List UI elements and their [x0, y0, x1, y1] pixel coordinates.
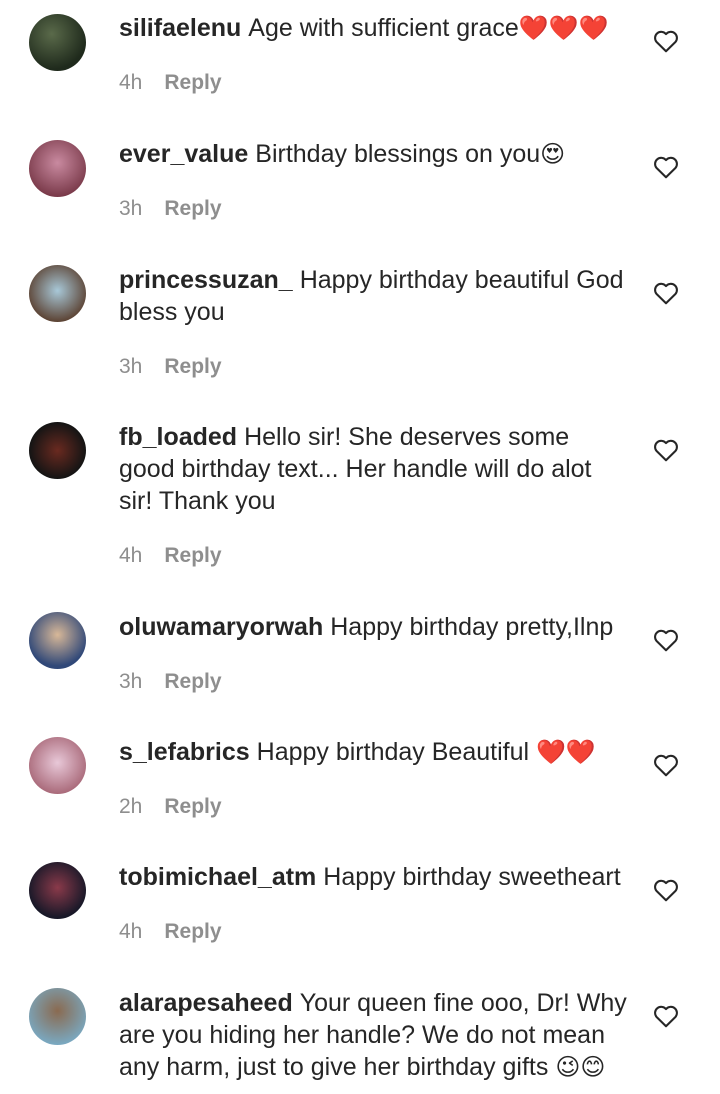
reply-button[interactable]: Reply: [164, 71, 221, 95]
comment-username[interactable]: fb_loaded: [119, 423, 237, 451]
avatar[interactable]: [29, 737, 86, 794]
avatar[interactable]: [29, 422, 86, 479]
heart-outline-icon[interactable]: [653, 438, 679, 462]
heart-outline-icon[interactable]: [653, 155, 679, 179]
comment-text: Happy birthday sweetheart: [323, 863, 621, 891]
comment-body: princessuzan_ Happy birthday beautiful Go…: [119, 264, 631, 328]
avatar[interactable]: [29, 265, 86, 322]
comment-time: 4h: [119, 920, 143, 943]
comment-body: tobimichael_atm Happy birthday sweetheart: [119, 861, 631, 893]
reply-button[interactable]: Reply: [164, 197, 221, 221]
reply-button[interactable]: Reply: [164, 920, 221, 944]
comment-meta: 4h Reply: [119, 920, 222, 944]
comment-username[interactable]: alarapesaheed: [119, 989, 293, 1017]
heart-outline-icon[interactable]: [653, 29, 679, 53]
comment-time: 3h: [119, 355, 143, 378]
comment-time: 4h: [119, 544, 143, 567]
heart-outline-icon[interactable]: [653, 628, 679, 652]
comment-meta: 4h Reply: [119, 71, 222, 95]
comment-emoji: 😉😊: [555, 1053, 606, 1081]
comment-body: ever_value Birthday blessings on you😍: [119, 138, 631, 170]
avatar[interactable]: [29, 14, 86, 71]
heart-outline-icon[interactable]: [653, 1004, 679, 1028]
comment-meta: 3h Reply: [119, 197, 222, 221]
comment-text: Happy birthday pretty,Ilnp: [330, 613, 614, 641]
comment-body: oluwamaryorwah Happy birthday pretty,Ilnp: [119, 611, 631, 643]
heart-outline-icon[interactable]: [653, 281, 679, 305]
comment-body: silifaelenu Age with sufficient grace❤️❤️…: [119, 12, 631, 44]
avatar[interactable]: [29, 612, 86, 669]
comment-time: 3h: [119, 197, 143, 220]
comment-username[interactable]: oluwamaryorwah: [119, 613, 323, 641]
reply-button[interactable]: Reply: [164, 355, 221, 379]
comment-body: fb_loaded Hello sir! She deserves some go…: [119, 421, 631, 517]
comment-meta: 3h Reply: [119, 355, 222, 379]
comment-username[interactable]: princessuzan_: [119, 266, 293, 294]
comment-meta: 3h Reply: [119, 670, 222, 694]
comment-body: s_lefabrics Happy birthday Beautiful ❤️❤️: [119, 736, 631, 768]
comment-text: Birthday blessings on you: [255, 140, 541, 168]
comment-emoji: ❤️❤️❤️: [518, 14, 609, 42]
comment-meta: 4h Reply: [119, 544, 222, 568]
avatar[interactable]: [29, 862, 86, 919]
comment-meta: 2h Reply: [119, 795, 222, 819]
comment-username[interactable]: silifaelenu: [119, 14, 241, 42]
comment-emoji: ❤️❤️: [535, 738, 596, 766]
reply-button[interactable]: Reply: [164, 544, 221, 568]
reply-button[interactable]: Reply: [164, 795, 221, 819]
heart-outline-icon[interactable]: [653, 878, 679, 902]
comment-username[interactable]: ever_value: [119, 140, 248, 168]
comment-time: 2h: [119, 795, 143, 818]
comment-username[interactable]: s_lefabrics: [119, 738, 250, 766]
reply-button[interactable]: Reply: [164, 670, 221, 694]
comment-username[interactable]: tobimichael_atm: [119, 863, 316, 891]
avatar[interactable]: [29, 140, 86, 197]
avatar[interactable]: [29, 988, 86, 1045]
comment-emoji: 😍: [540, 140, 566, 168]
heart-outline-icon[interactable]: [653, 753, 679, 777]
comment-text: Happy birthday Beautiful: [256, 738, 536, 766]
comment-time: 4h: [119, 71, 143, 94]
comment-text: Age with sufficient grace: [248, 14, 519, 42]
comment-time: 3h: [119, 670, 143, 693]
comment-body: alarapesaheed Your queen fine ooo, Dr! Wh…: [119, 987, 631, 1083]
